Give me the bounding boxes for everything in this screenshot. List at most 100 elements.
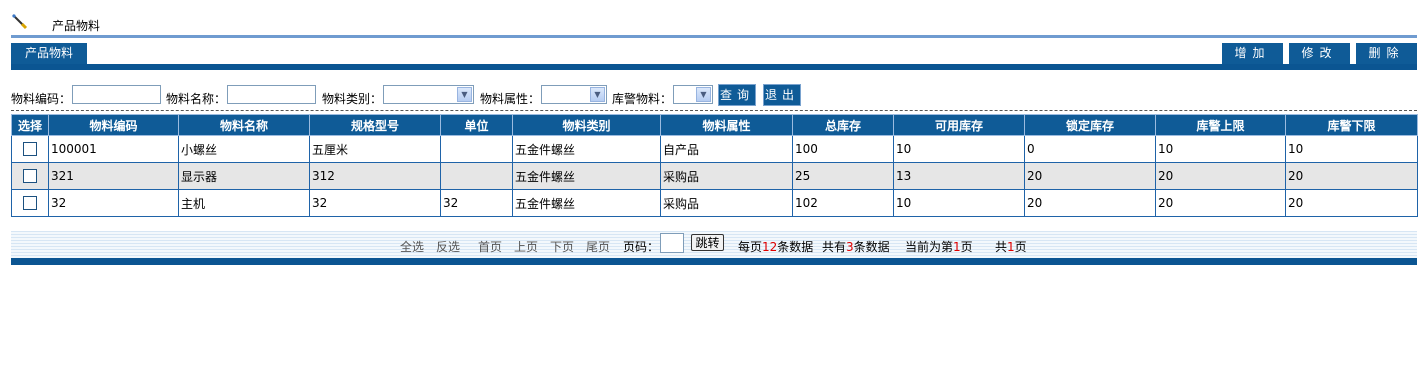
table-cell: 100001 [48,135,179,163]
col-category: 物料类别 [512,114,661,136]
table-cell: 五金件螺丝 [512,189,661,217]
table-cell: 20 [1024,189,1156,217]
edit-button[interactable]: 修改 [1289,43,1350,64]
table-cell: 10 [1285,135,1418,163]
table-cell: 自产品 [660,135,793,163]
tab-product-material[interactable]: 产品物料 [11,43,87,64]
col-alert-lower: 库警下限 [1285,114,1418,136]
table-cell: 采购品 [660,162,793,190]
delete-button[interactable]: 删除 [1356,43,1417,64]
name-input[interactable] [227,85,316,104]
table-cell: 32 [309,189,441,217]
current-page: 1 [953,240,961,254]
exit-button[interactable]: 退出 [763,84,801,106]
table-cell [440,162,513,190]
col-name: 物料名称 [178,114,310,136]
col-available-stock: 可用库存 [893,114,1025,136]
table-cell: 100 [792,135,894,163]
table-row: 32 主机 32 32 五金件螺丝 采购品 102 10 20 20 20 [11,189,1418,217]
table-cell: 0 [1024,135,1156,163]
table-cell: 32 [48,189,179,217]
table-header: 选择 物料编码 物料名称 规格型号 单位 物料类别 物料属性 总库存 可用库存 … [11,114,1418,136]
category-label: 物料类别： [322,92,383,106]
per-page-info: 每页12条数据 [738,238,813,255]
pagination-bar: 全选 反选 首页 上页 下页 尾页 页码： 跳转 每页12条数据 共有3条数据 … [11,231,1417,258]
total-records-info: 共有3条数据 [822,238,890,255]
code-input[interactable] [72,85,161,104]
col-code: 物料编码 [48,114,179,136]
chevron-down-icon[interactable]: ▼ [696,87,711,102]
toolbar: 产品物料 增加 修改 删除 [11,43,1417,66]
pages-prefix: 共 [995,240,1008,254]
attribute-select[interactable]: ▼ [541,85,607,104]
dashed-divider [11,110,1417,111]
chevron-down-icon[interactable]: ▼ [457,87,472,102]
col-select: 选择 [11,114,49,136]
table-cell: 20 [1155,189,1286,217]
pages-count: 1 [1007,240,1015,254]
col-total-stock: 总库存 [792,114,894,136]
query-button[interactable]: 查询 [718,84,756,106]
jump-button[interactable]: 跳转 [691,234,724,251]
page-number-label: 页码： [623,240,660,254]
pen-icon [12,14,28,30]
row-checkbox[interactable] [23,196,37,211]
table-cell: 小螺丝 [178,135,310,163]
page-number-input[interactable] [660,233,684,253]
name-label: 物料名称： [166,92,227,106]
table-cell: 20 [1155,162,1286,190]
table-cell: 13 [893,162,1025,190]
table-cell: 32 [440,189,513,217]
divider [11,35,1417,38]
page-title: 产品物料 [52,19,101,33]
filter-bar: 物料编码： 物料名称： 物料类别： ▼ 物料属性： ▼ 库警物料： ▼ 查询 退… [11,84,1417,108]
alert-select[interactable]: ▼ [673,85,713,104]
col-locked-stock: 锁定库存 [1024,114,1156,136]
code-label: 物料编码： [11,92,72,106]
table-cell [440,135,513,163]
row-checkbox[interactable] [23,142,37,157]
current-prefix: 当前为第 [905,240,954,254]
material-table: 选择 物料编码 物料名称 规格型号 单位 物料类别 物料属性 总库存 可用库存 … [11,114,1418,217]
table-cell: 312 [309,162,441,190]
row-select-cell [11,135,49,163]
table-cell: 321 [48,162,179,190]
current-suffix: 页 [960,240,973,254]
attribute-label: 物料属性： [480,92,541,106]
total-suffix: 条数据 [853,240,890,254]
table-cell: 显示器 [178,162,310,190]
first-page-link[interactable]: 首页 [478,238,502,255]
table-row: 100001 小螺丝 五厘米 五金件螺丝 自产品 100 10 0 10 10 [11,135,1418,163]
per-page-count: 12 [762,240,778,254]
add-button[interactable]: 增加 [1222,43,1283,64]
table-row: 321 显示器 312 五金件螺丝 采购品 25 13 20 20 20 [11,162,1418,190]
total-count: 3 [846,240,854,254]
chevron-down-icon[interactable]: ▼ [590,87,605,102]
per-page-prefix: 每页 [738,240,763,254]
next-page-link[interactable]: 下页 [550,238,574,255]
table-cell: 102 [792,189,894,217]
prev-page-link[interactable]: 上页 [514,238,538,255]
divider [11,64,1417,70]
table-cell: 主机 [178,189,310,217]
row-select-cell [11,162,49,190]
select-all-link[interactable]: 全选 [400,238,424,255]
table-cell: 采购品 [660,189,793,217]
table-cell: 25 [792,162,894,190]
total-pages-info: 共1页 [995,238,1027,255]
row-checkbox[interactable] [23,169,37,184]
table-cell: 20 [1285,162,1418,190]
table-cell: 五金件螺丝 [512,162,661,190]
last-page-link[interactable]: 尾页 [586,238,610,255]
divider [11,258,1417,265]
total-prefix: 共有 [822,240,847,254]
col-attribute: 物料属性 [660,114,793,136]
invert-selection-link[interactable]: 反选 [436,238,460,255]
table-cell: 五金件螺丝 [512,135,661,163]
current-page-info: 当前为第1页 [905,238,973,255]
category-select[interactable]: ▼ [383,85,474,104]
title-bar: 产品物料 [11,12,1417,34]
table-cell: 10 [1155,135,1286,163]
row-select-cell [11,189,49,217]
col-alert-upper: 库警上限 [1155,114,1286,136]
